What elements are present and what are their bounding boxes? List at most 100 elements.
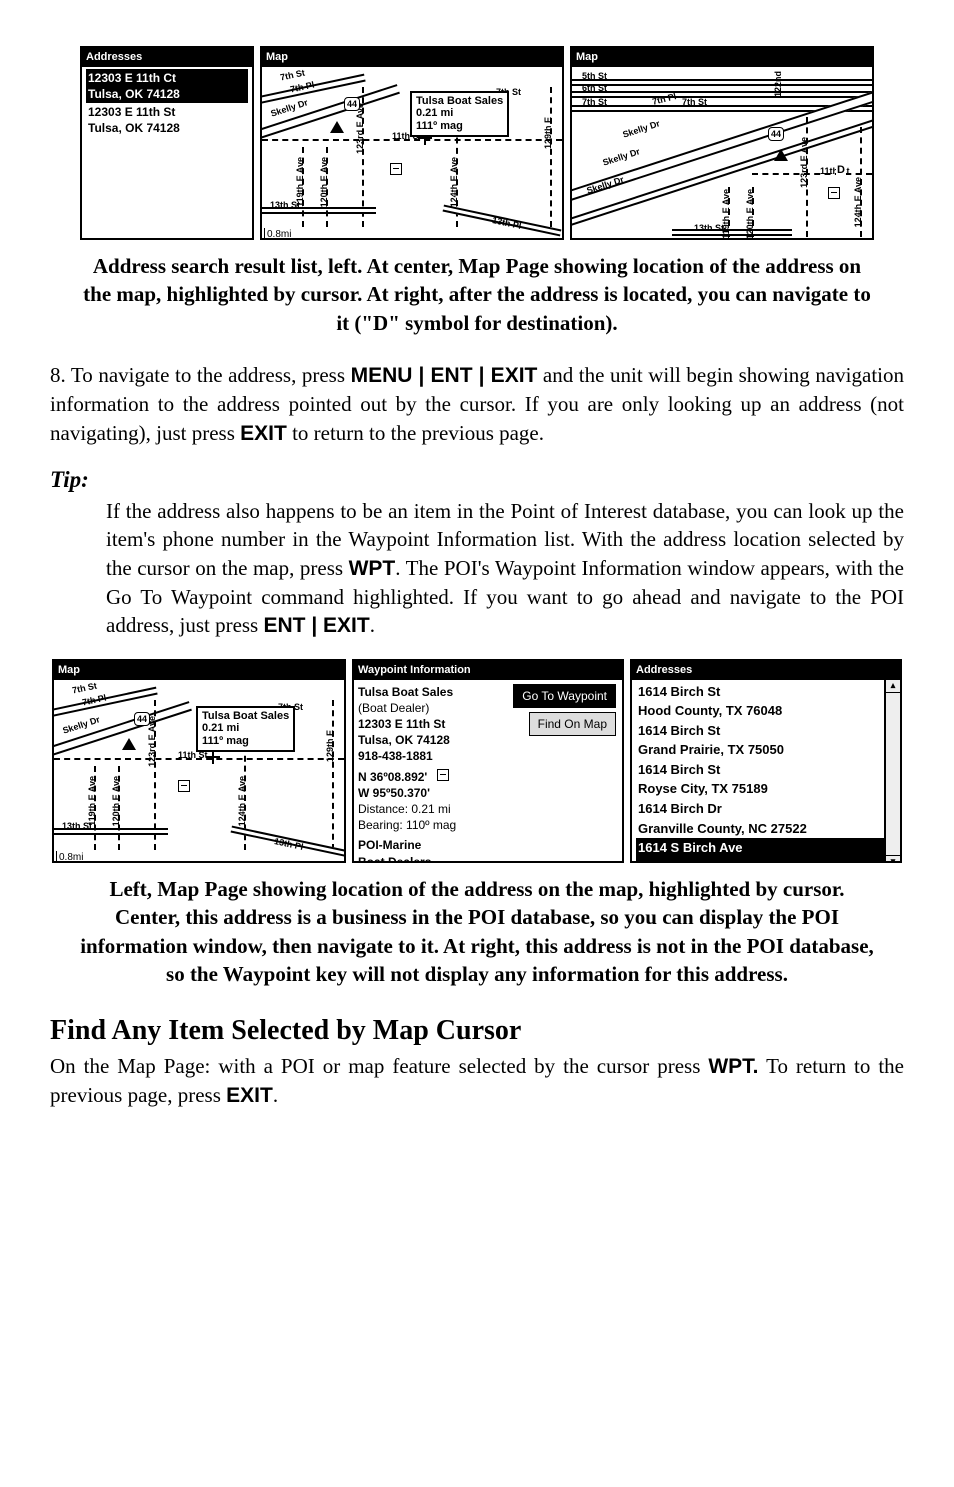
wp-lon: W 95º50.370' — [358, 785, 618, 801]
text: . — [370, 613, 375, 637]
kbd-menu-ent-exit: MENU | ENT | EXIT — [351, 364, 538, 387]
map-panel-left-2: Map 7th St 7th Pl Skelly Dr 7th St 11th … — [52, 659, 346, 863]
figure-row-2: Map 7th St 7th Pl Skelly Dr 7th St 11th … — [50, 659, 904, 863]
address-item-selected[interactable]: 1614 S Birch Ave — [636, 838, 896, 858]
panel-header-addresses: Addresses — [82, 48, 252, 67]
kbd-exit: EXIT — [226, 1084, 273, 1107]
text: 8. To navigate to the address, press — [50, 363, 351, 387]
poi-icon — [390, 163, 402, 175]
street-label: 7th St — [682, 96, 707, 108]
street-label: 119th E Ave — [294, 157, 306, 207]
highway-shield: 44 — [134, 712, 150, 726]
section-paragraph: On the Map Page: with a POI or map featu… — [50, 1052, 904, 1111]
street-label: 13th Pl — [491, 214, 522, 232]
address-item[interactable]: 1614 Birch Dr — [636, 799, 896, 819]
wp-lat: N 36º08.892' — [358, 770, 427, 784]
street-label: 123rd E Ave — [798, 137, 810, 188]
address-item-selected[interactable]: Broken Arrow, OK 74012 — [636, 858, 896, 863]
address-item[interactable]: Royse City, TX 75189 — [636, 779, 896, 799]
wp-category: Boat Dealers — [358, 854, 618, 863]
addresses-panel-2: Addresses ▴ ▾ 1614 Birch St Hood County,… — [630, 659, 902, 863]
address-item[interactable]: 1614 Birch St — [636, 721, 896, 741]
tip-paragraph: If the address also happens to be an ite… — [106, 497, 904, 641]
panel-header-waypoint: Waypoint Information — [354, 661, 622, 680]
figure-caption-1: Address search result list, left. At cen… — [80, 252, 874, 337]
map-area[interactable]: 7th St 7th Pl Skelly Dr 7th St 11th St 1… — [54, 680, 344, 863]
go-to-waypoint-button[interactable]: Go To Waypoint — [513, 684, 616, 708]
street-label: 129th E — [542, 117, 554, 149]
callout-title: Tulsa Boat Sales — [416, 95, 503, 108]
street-label: Skelly Dr — [601, 145, 641, 168]
callout-bearing: 111º mag — [416, 120, 503, 133]
highway-shield: 44 — [344, 97, 360, 111]
poi-icon — [437, 769, 449, 781]
street-label: 124th E Ave — [236, 776, 248, 826]
find-on-map-button[interactable]: Find On Map — [529, 712, 616, 736]
map-panel-right: Map 5th St 6th St 7th St 7th St 7th Pl S… — [570, 46, 874, 240]
callout-title: Tulsa Boat Sales — [202, 710, 289, 723]
kbd-ent-exit: ENT | EXIT — [263, 614, 369, 637]
kbd-wpt: WPT. — [708, 1055, 758, 1078]
destination-d-icon: D — [836, 163, 846, 178]
address-item[interactable]: Hood County, TX 76048 — [636, 701, 896, 721]
poi-callout: Tulsa Boat Sales 0.21 mi 111º mag — [410, 91, 509, 137]
step-8-paragraph: 8. To navigate to the address, press MEN… — [50, 361, 904, 448]
poi-icon — [828, 187, 840, 199]
section-heading: Find Any Item Selected by Map Cursor — [50, 1012, 904, 1050]
street-label: 122nd — [772, 71, 784, 97]
scroll-up-icon[interactable]: ▴ — [886, 680, 900, 693]
street-label: Skelly Dr — [585, 173, 625, 196]
address-item[interactable]: Granville County, NC 27522 — [636, 819, 896, 839]
street-label: 119th E Ave — [86, 776, 98, 826]
panel-header-addresses: Addresses — [632, 661, 900, 680]
street-label: 13th Pl — [273, 835, 304, 853]
street-label: 6th St — [582, 82, 607, 94]
addresses-panel: Addresses 12303 E 11th Ct Tulsa, OK 7412… — [80, 46, 254, 240]
map-scale: 0.8mi — [264, 228, 293, 240]
kbd-exit: EXIT — [240, 422, 287, 445]
address-item[interactable]: Grand Prairie, TX 75050 — [636, 740, 896, 760]
street-label: 119th E Ave — [720, 189, 732, 239]
street-label: 129th E — [324, 730, 336, 762]
street-label: 120th E Ave — [744, 189, 756, 239]
figure-row-1: Addresses 12303 E 11th Ct Tulsa, OK 7412… — [50, 46, 904, 240]
scrollbar[interactable]: ▴ ▾ — [884, 680, 900, 863]
road-129th — [332, 700, 334, 850]
address-line: 12303 E 11th St — [88, 104, 246, 120]
wp-bearing: Bearing: 110º mag — [358, 817, 618, 833]
street-label: 124th E Ave — [852, 177, 864, 227]
position-arrow-icon — [774, 149, 788, 161]
address-list[interactable]: 12303 E 11th Ct Tulsa, OK 74128 12303 E … — [82, 67, 252, 240]
road — [570, 91, 874, 98]
address-line: Tulsa, OK 74128 — [88, 86, 246, 102]
panel-header-map: Map — [262, 48, 562, 67]
map-panel-center: Map 7th St 7th Pl Skelly Dr 7th St 11th … — [260, 46, 564, 240]
address-list[interactable]: ▴ ▾ 1614 Birch St Hood County, TX 76048 … — [632, 680, 900, 863]
kbd-wpt: WPT — [349, 557, 396, 580]
waypoint-info-body: Tulsa Boat Sales (Boat Dealer) 12303 E 1… — [354, 680, 622, 863]
waypoint-info-panel: Waypoint Information Tulsa Boat Sales (B… — [352, 659, 624, 863]
street-label: 5th St — [582, 70, 607, 82]
highway-shield: 44 — [768, 127, 784, 141]
panel-header-map: Map — [572, 48, 872, 67]
map-scale: 0.8mi — [56, 851, 85, 863]
panel-header-map: Map — [54, 661, 344, 680]
callout-bearing: 111º mag — [202, 735, 289, 748]
position-arrow-icon — [330, 121, 344, 133]
callout-distance: 0.21 mi — [202, 722, 289, 735]
address-item[interactable]: 1614 Birch St — [636, 760, 896, 780]
street-label: 120th E Ave — [318, 157, 330, 207]
wp-category: POI-Marine — [358, 837, 618, 853]
map-area[interactable]: 5th St 6th St 7th St 7th St 7th Pl Skell… — [572, 67, 872, 240]
map-area[interactable]: 7th St 7th Pl Skelly Dr 7th St 11th St 1… — [262, 67, 562, 240]
road-129th — [550, 87, 552, 227]
street-label: 124th E Ave — [448, 157, 460, 207]
address-item[interactable]: 12303 E 11th St Tulsa, OK 74128 — [86, 103, 248, 137]
address-item-selected[interactable]: 12303 E 11th Ct Tulsa, OK 74128 — [86, 69, 248, 103]
address-item[interactable]: 1614 Birch St — [636, 682, 896, 702]
position-arrow-icon — [122, 738, 136, 750]
road — [570, 79, 874, 86]
map-cursor-icon — [206, 750, 220, 764]
road-11th-st — [752, 173, 872, 175]
scroll-down-icon[interactable]: ▾ — [886, 855, 900, 863]
